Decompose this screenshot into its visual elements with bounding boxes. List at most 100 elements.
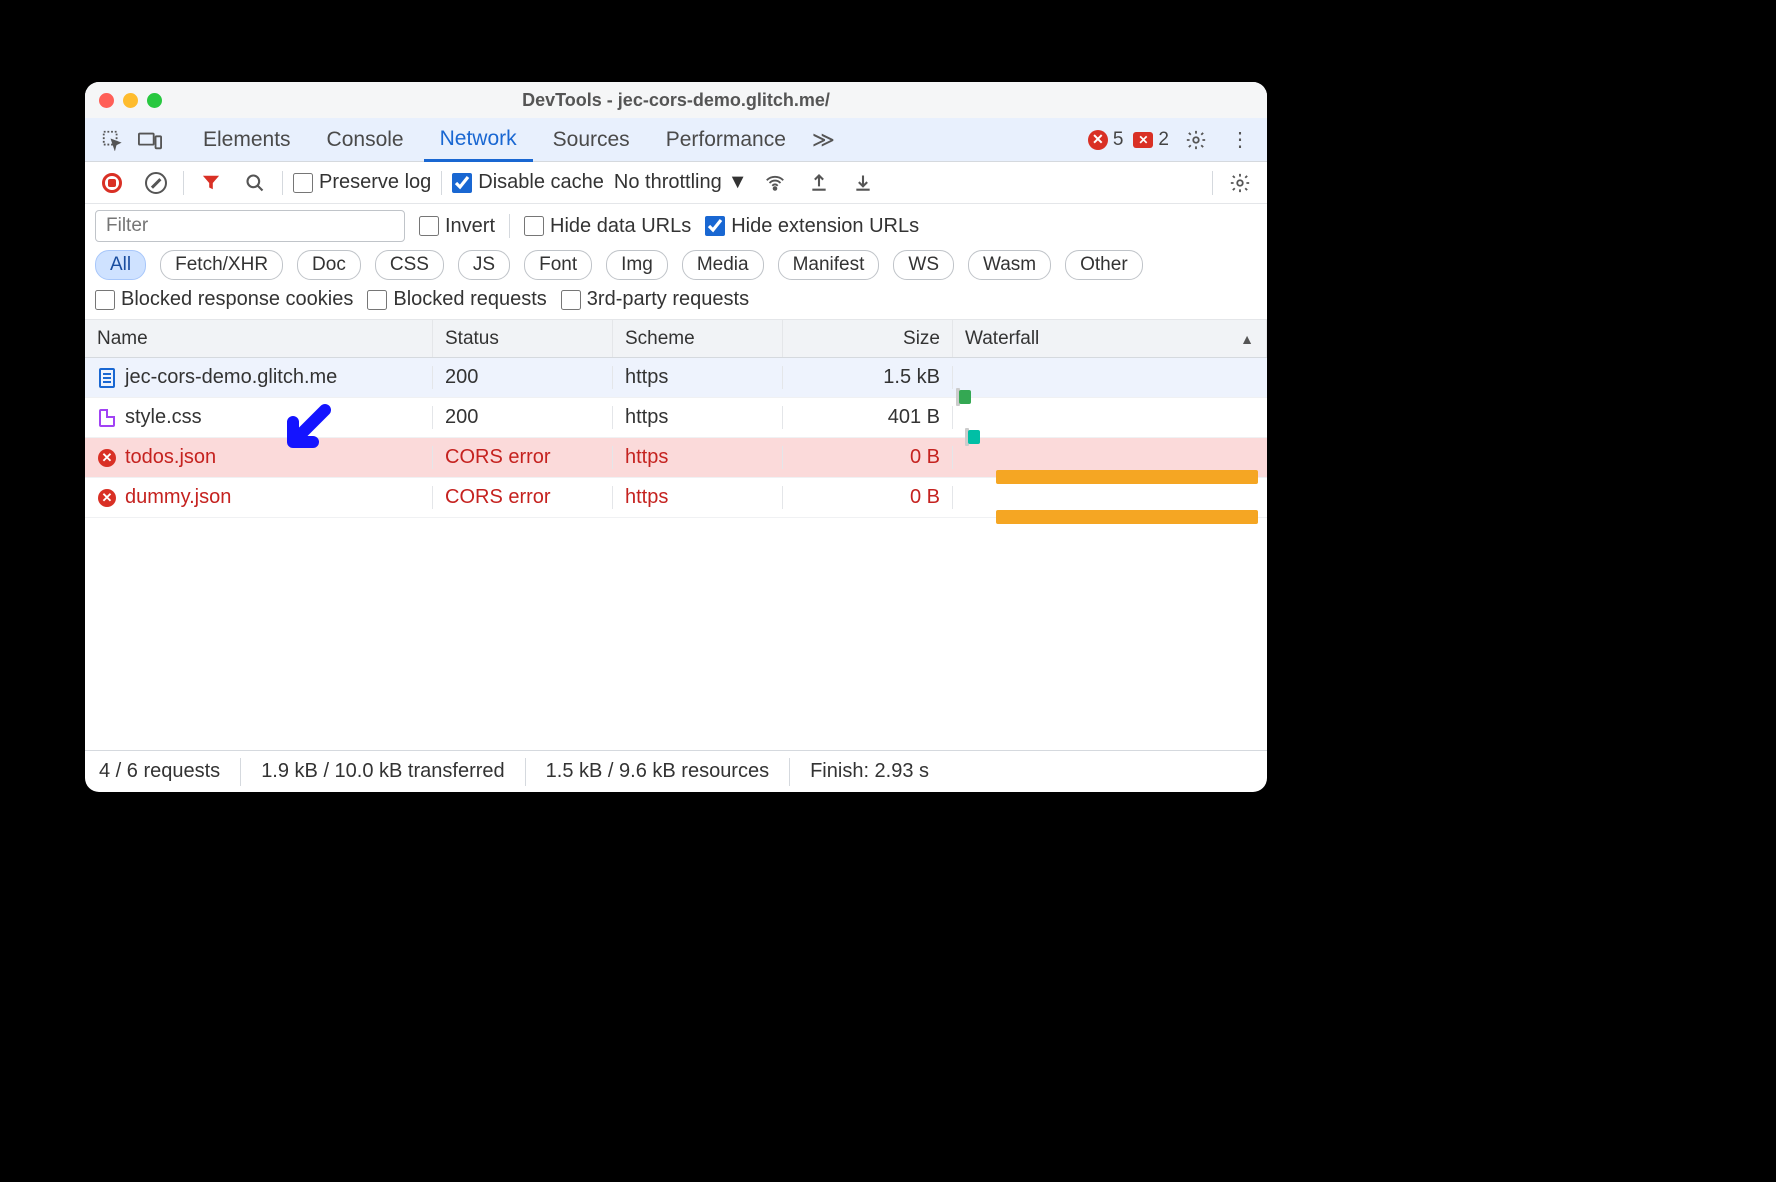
request-status: CORS error — [433, 486, 613, 509]
request-name: todos.json — [125, 446, 216, 469]
tab-elements[interactable]: Elements — [187, 118, 307, 161]
inspect-icon[interactable] — [95, 123, 129, 157]
status-finish: Finish: 2.93 s — [810, 760, 929, 783]
table-row[interactable]: jec-cors-demo.glitch.me200https1.5 kB — [85, 358, 1267, 398]
table-header: Name Status Scheme Size Waterfall ▲ — [85, 320, 1267, 358]
filter-toggle-icon[interactable] — [194, 166, 228, 200]
zoom-window-icon[interactable] — [147, 93, 162, 108]
preserve-log-checkbox[interactable]: Preserve log — [293, 171, 431, 194]
throttling-select[interactable]: No throttling ▼ — [614, 171, 748, 194]
stylesheet-icon — [97, 408, 117, 428]
hide-data-urls-checkbox[interactable]: Hide data URLs — [524, 215, 691, 238]
tab-console[interactable]: Console — [311, 118, 420, 161]
issues-badge[interactable]: ✕ 2 — [1133, 129, 1169, 151]
request-status: CORS error — [433, 446, 613, 469]
chip-js[interactable]: JS — [458, 250, 510, 280]
window-controls — [99, 93, 162, 108]
col-waterfall-label: Waterfall — [965, 328, 1039, 350]
tab-network[interactable]: Network — [424, 119, 533, 162]
errors-count: 5 — [1113, 129, 1124, 151]
filter-area: Invert Hide data URLs Hide extension URL… — [85, 204, 1267, 320]
chip-manifest[interactable]: Manifest — [778, 250, 880, 280]
request-status: 200 — [433, 366, 613, 389]
invert-label: Invert — [445, 215, 495, 238]
issue-square-icon: ✕ — [1133, 132, 1153, 148]
search-icon[interactable] — [238, 166, 272, 200]
col-size[interactable]: Size — [783, 320, 953, 357]
status-bar: 4 / 6 requests 1.9 kB / 10.0 kB transfer… — [85, 750, 1267, 792]
divider — [240, 758, 241, 786]
chevron-down-icon: ▼ — [728, 171, 748, 194]
table-row[interactable]: ✕ todos.json CORS errorhttps0 B — [85, 438, 1267, 478]
request-size: 0 B — [783, 446, 953, 469]
chip-font[interactable]: Font — [524, 250, 592, 280]
divider — [789, 758, 790, 786]
network-conditions-icon[interactable] — [758, 166, 792, 200]
record-icon[interactable] — [95, 166, 129, 200]
divider — [282, 171, 283, 195]
request-scheme: https — [613, 486, 783, 509]
chip-css[interactable]: CSS — [375, 250, 444, 280]
clear-icon[interactable] — [139, 166, 173, 200]
third-party-label: 3rd-party requests — [587, 288, 749, 311]
divider — [509, 214, 510, 238]
device-toggle-icon[interactable] — [133, 123, 167, 157]
request-name: style.css — [125, 406, 202, 429]
tab-sources[interactable]: Sources — [537, 118, 646, 161]
errors-badge[interactable]: ✕ 5 — [1088, 129, 1124, 151]
issues-count: 2 — [1158, 129, 1169, 151]
hide-extension-urls-label: Hide extension URLs — [731, 215, 919, 238]
chip-doc[interactable]: Doc — [297, 250, 361, 280]
table-row[interactable]: ✕dummy.jsonCORS errorhttps0 B — [85, 478, 1267, 518]
titlebar: DevTools - jec-cors-demo.glitch.me/ — [85, 82, 1267, 118]
hide-extension-urls-checkbox[interactable]: Hide extension URLs — [705, 215, 919, 238]
hide-data-urls-label: Hide data URLs — [550, 215, 691, 238]
settings-icon[interactable] — [1179, 123, 1213, 157]
throttling-label: No throttling — [614, 171, 722, 194]
table-body: jec-cors-demo.glitch.me200https1.5 kB sty… — [85, 358, 1267, 750]
invert-checkbox[interactable]: Invert — [419, 215, 495, 238]
chip-wasm[interactable]: Wasm — [968, 250, 1051, 280]
request-name: dummy.json — [125, 486, 231, 509]
col-status[interactable]: Status — [433, 320, 613, 357]
filter-input[interactable] — [95, 210, 405, 242]
col-waterfall[interactable]: Waterfall ▲ — [953, 320, 1267, 357]
more-tabs-icon[interactable]: ≫ — [806, 127, 841, 153]
blocked-requests-label: Blocked requests — [393, 288, 546, 311]
blocked-cookies-label: Blocked response cookies — [121, 288, 353, 311]
chip-img[interactable]: Img — [606, 250, 668, 280]
chip-media[interactable]: Media — [682, 250, 764, 280]
col-name[interactable]: Name — [85, 320, 433, 357]
table-row[interactable]: style.css200https401 B — [85, 398, 1267, 438]
close-window-icon[interactable] — [99, 93, 114, 108]
disable-cache-checkbox[interactable]: Disable cache — [452, 171, 604, 194]
panel-tabs: Elements Console Network Sources Perform… — [85, 118, 1267, 162]
chip-other[interactable]: Other — [1065, 250, 1143, 280]
network-table: Name Status Scheme Size Waterfall ▲ jec-… — [85, 320, 1267, 750]
status-resources: 1.5 kB / 9.6 kB resources — [546, 760, 769, 783]
kebab-menu-icon[interactable]: ⋮ — [1223, 123, 1257, 157]
import-har-icon[interactable] — [846, 166, 880, 200]
type-chips: All Fetch/XHR Doc CSS JS Font Img Media Manifest… — [95, 250, 1257, 280]
request-scheme: https — [613, 366, 783, 389]
request-scheme: https — [613, 446, 783, 469]
chip-fetch-xhr[interactable]: Fetch/XHR — [160, 250, 283, 280]
panel-settings-icon[interactable] — [1223, 166, 1257, 200]
chip-all[interactable]: All — [95, 250, 146, 280]
col-scheme[interactable]: Scheme — [613, 320, 783, 357]
divider — [1212, 171, 1213, 195]
chip-ws[interactable]: WS — [893, 250, 954, 280]
export-har-icon[interactable] — [802, 166, 836, 200]
divider — [183, 171, 184, 195]
divider — [525, 758, 526, 786]
third-party-checkbox[interactable]: 3rd-party requests — [561, 288, 749, 311]
document-icon — [97, 368, 117, 388]
tab-performance[interactable]: Performance — [650, 118, 802, 161]
request-size: 1.5 kB — [783, 366, 953, 389]
blocked-requests-checkbox[interactable]: Blocked requests — [367, 288, 546, 311]
request-status: 200 — [433, 406, 613, 429]
sort-asc-icon: ▲ — [1240, 331, 1254, 347]
blocked-cookies-checkbox[interactable]: Blocked response cookies — [95, 288, 353, 311]
minimize-window-icon[interactable] — [123, 93, 138, 108]
error-icon: ✕ — [97, 448, 117, 468]
